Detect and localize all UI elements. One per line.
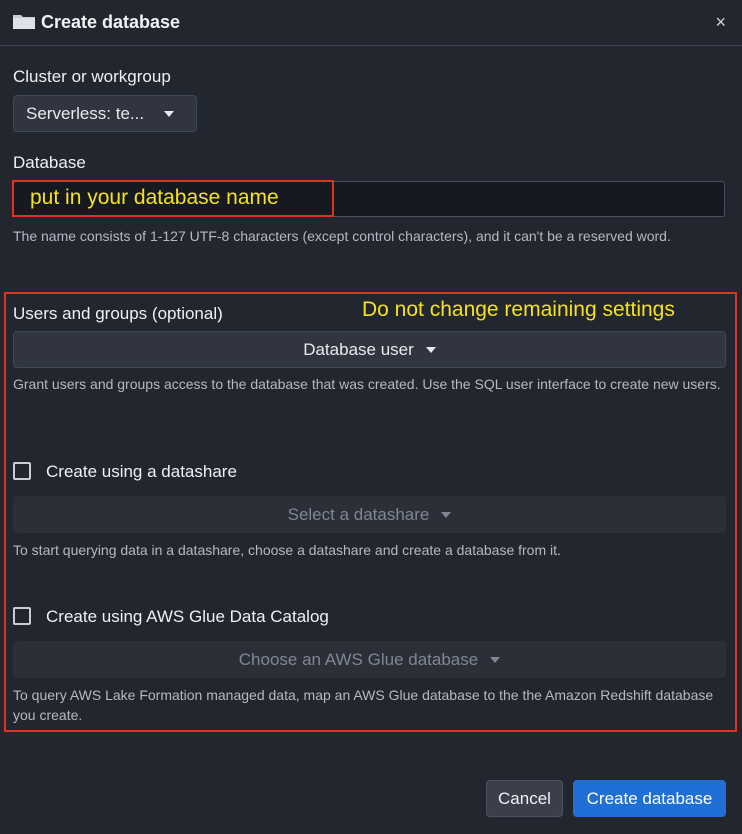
cluster-select[interactable]: Serverless: te... [13, 95, 197, 132]
glue-help-text: To query AWS Lake Formation managed data… [13, 687, 714, 723]
cancel-button[interactable]: Cancel [486, 780, 563, 817]
create-database-dialog: Create database × Cluster or workgroup S… [0, 0, 742, 834]
cluster-select-value: Serverless: te... [26, 103, 145, 123]
users-groups-select-value: Database user [303, 339, 414, 359]
chevron-down-icon [490, 656, 501, 663]
annotation-name-hint: put in your database name [30, 186, 279, 209]
close-icon[interactable]: × [715, 12, 726, 33]
glue-select: Choose an AWS Glue database [13, 641, 726, 678]
users-groups-help-text: Grant users and groups access to the dat… [13, 376, 721, 392]
database-label: Database [13, 153, 86, 172]
dialog-header: Create database × [0, 0, 742, 46]
glue-checkbox-label[interactable]: Create using AWS Glue Data Catalog [46, 607, 329, 627]
annotation-settings-hint: Do not change remaining settings [362, 298, 675, 321]
create-database-button[interactable]: Create database [573, 780, 726, 817]
folder-icon [13, 15, 35, 29]
database-help-text: The name consists of 1-127 UTF-8 charact… [13, 228, 671, 244]
datashare-select-placeholder: Select a datashare [287, 504, 430, 524]
chevron-down-icon [164, 110, 175, 117]
glue-checkbox[interactable] [13, 607, 31, 625]
glue-select-placeholder: Choose an AWS Glue database [238, 649, 479, 669]
users-groups-select[interactable]: Database user [13, 331, 726, 368]
datashare-checkbox[interactable] [13, 462, 31, 480]
cluster-label: Cluster or workgroup [13, 67, 171, 86]
datashare-checkbox-label[interactable]: Create using a datashare [46, 462, 237, 482]
users-groups-label: Users and groups (optional) [13, 304, 223, 323]
dialog-title: Create database [41, 12, 181, 32]
datashare-help-text: To start querying data in a datashare, c… [13, 542, 561, 558]
datashare-select: Select a datashare [13, 496, 726, 533]
chevron-down-icon [425, 346, 436, 353]
chevron-down-icon [441, 511, 452, 518]
